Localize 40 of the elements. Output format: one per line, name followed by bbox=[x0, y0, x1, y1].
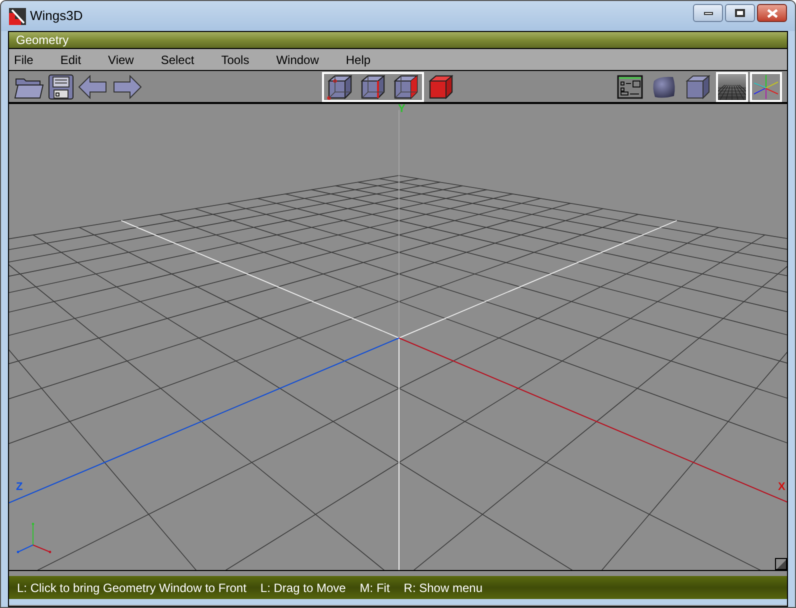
menu-item[interactable]: Window bbox=[276, 54, 319, 66]
axis-label: Z bbox=[16, 482, 23, 493]
selection-mode-button[interactable] bbox=[356, 72, 390, 102]
window-title: Wings3D bbox=[30, 7, 83, 26]
selection-mode-button[interactable] bbox=[322, 72, 356, 102]
view-toggle-button[interactable] bbox=[750, 72, 782, 102]
status-hint: M: Fit bbox=[360, 580, 390, 596]
maximize-button[interactable] bbox=[725, 4, 755, 22]
right-arrow-icon[interactable] bbox=[112, 74, 142, 98]
close-button[interactable] bbox=[757, 4, 787, 22]
wire-cube-icon bbox=[327, 74, 353, 100]
menu-item[interactable]: Help bbox=[346, 54, 371, 66]
status-hint: L: Click to bring Geometry Window to Front bbox=[17, 580, 246, 596]
axis-label: X bbox=[778, 482, 786, 493]
resize-grip-icon[interactable] bbox=[775, 558, 787, 570]
maximize-icon bbox=[735, 9, 745, 17]
ground-grid-icon bbox=[718, 74, 746, 100]
left-arrow-icon[interactable] bbox=[78, 74, 108, 98]
axes-icon bbox=[752, 74, 780, 100]
wire-cube-icon bbox=[393, 74, 419, 100]
wire-cube-icon bbox=[360, 74, 386, 100]
view-toggle-button[interactable] bbox=[716, 72, 748, 102]
mini-axes-icon bbox=[16, 522, 52, 554]
app-logo-icon bbox=[9, 8, 26, 24]
minimize-icon bbox=[704, 12, 712, 14]
menu-item[interactable]: Tools bbox=[221, 54, 250, 66]
panel-title: Geometry bbox=[16, 34, 69, 46]
menu-item[interactable]: Edit bbox=[60, 54, 82, 66]
panel-icon bbox=[617, 74, 643, 98]
minimize-button[interactable] bbox=[693, 4, 723, 22]
flat-cube-icon bbox=[685, 74, 711, 100]
status-hint: R: Show menu bbox=[404, 580, 482, 596]
menu-item[interactable]: View bbox=[108, 54, 134, 66]
menu-item[interactable]: Select bbox=[160, 54, 194, 66]
status-hint: L: Drag to Move bbox=[260, 580, 346, 596]
close-icon bbox=[766, 8, 778, 18]
axis-label: Y bbox=[398, 104, 406, 115]
menu-item[interactable]: File bbox=[14, 54, 34, 66]
selection-mode-button[interactable] bbox=[390, 72, 424, 102]
solid-cube-icon bbox=[428, 74, 454, 100]
